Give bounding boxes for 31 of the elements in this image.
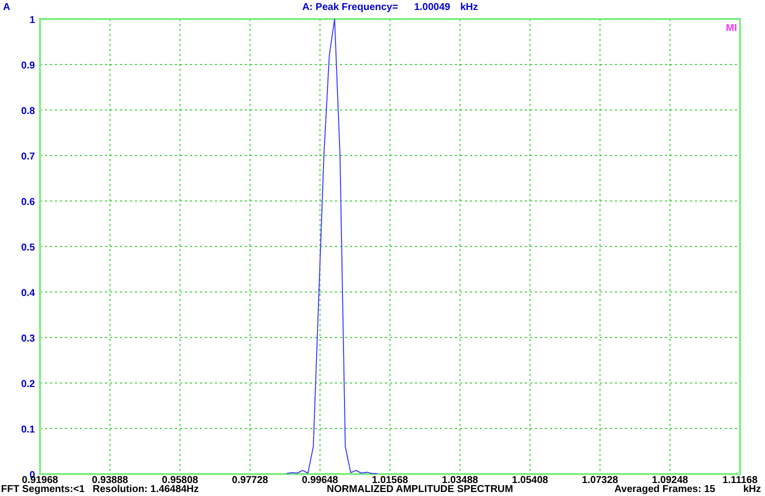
x-tick-label: 1.09248 — [652, 475, 688, 484]
x-tick-label: 1.01568 — [372, 475, 408, 484]
y-tick-label: 0.7 — [21, 152, 35, 162]
x-tick-label: 1.07328 — [582, 475, 618, 484]
y-tick-label: 0.8 — [21, 106, 35, 117]
resolution: Resolution: 1.46484Hz — [92, 484, 199, 496]
x-tick-label: 0.91968 — [22, 475, 58, 484]
y-tick-label: 0.6 — [21, 197, 35, 208]
marker-label: MI — [726, 23, 737, 34]
y-tick-label: 0.1 — [21, 424, 35, 436]
y-tick-label: 0.4 — [21, 288, 35, 299]
y-tick-label: 0.2 — [21, 379, 35, 390]
y-tick-label: 0.5 — [21, 242, 35, 254]
x-tick-label: 1.11168 — [722, 475, 758, 484]
peak-frequency-value: 1.00049 — [414, 0, 450, 14]
plot-title: A: Peak Frequency= — [302, 0, 398, 14]
channel-label: A — [3, 0, 10, 14]
y-tick-label: 1 — [29, 15, 35, 26]
averaged-frames: Averaged Frames: 15 — [614, 484, 716, 496]
y-tick-label: 0.3 — [21, 334, 35, 344]
x-tick-label: 1.03488 — [442, 475, 478, 484]
spectrum-title: NORMALIZED AMPLITUDE SPECTRUM — [326, 484, 514, 496]
y-tick-label: 0.9 — [21, 60, 35, 72]
x-axis-unit: kHz — [743, 484, 761, 496]
x-tick-label: 1.05408 — [512, 475, 548, 484]
x-tick-label: 0.99648 — [302, 475, 338, 484]
x-tick-label: 0.97728 — [232, 475, 268, 484]
peak-frequency-unit: kHz — [460, 0, 478, 14]
x-tick-label: 0.95808 — [162, 475, 198, 484]
x-tick-label: 0.93888 — [92, 475, 128, 484]
fft-segments: FFT Segments:<1 — [1, 484, 85, 496]
